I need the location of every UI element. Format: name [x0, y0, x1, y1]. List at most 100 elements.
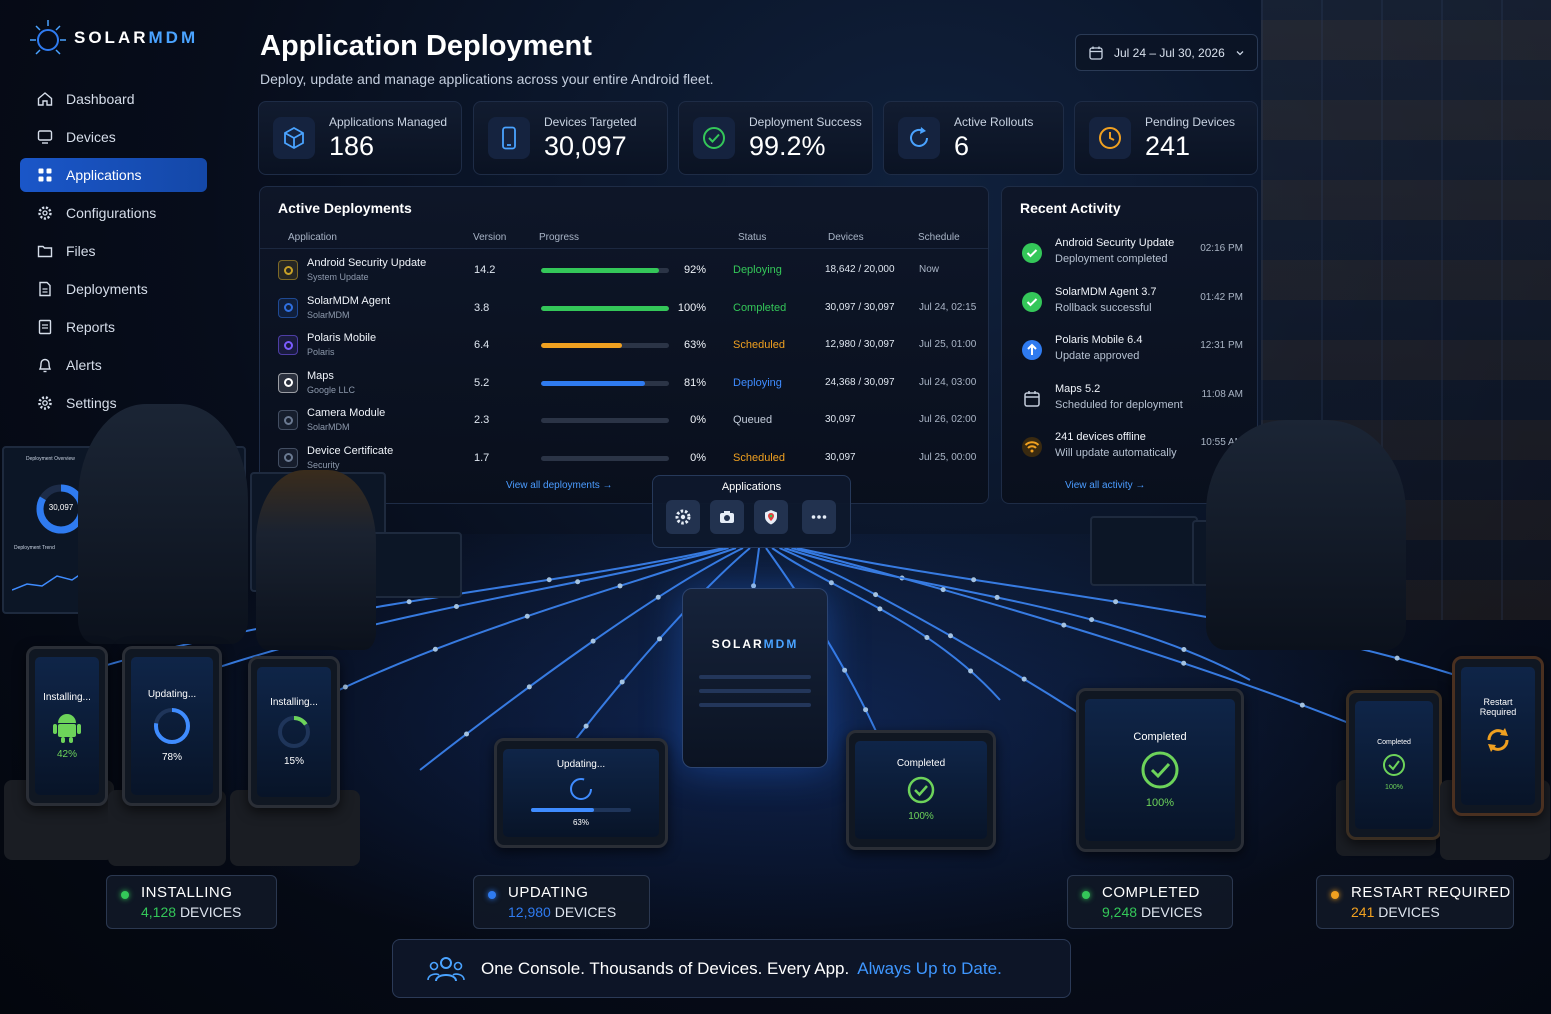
stat-card[interactable]: Pending Devices 241 — [1074, 101, 1258, 175]
activity-item[interactable]: Maps 5.2 Scheduled for deployment 11:08 … — [1002, 381, 1257, 429]
panel-title: Active Deployments — [278, 200, 412, 216]
activity-item[interactable]: Android Security Update Deployment compl… — [1002, 235, 1257, 283]
stat-card[interactable]: Applications Managed 186 — [258, 101, 462, 175]
monitor-overview-title: Deployment Overview — [26, 456, 75, 462]
stat-card[interactable]: Deployment Success 99.2% — [678, 101, 873, 175]
activity-subtitle: Deployment completed — [1055, 253, 1168, 265]
tablet-updating: Updating... 63% — [494, 738, 668, 848]
map-pin-icon — [765, 510, 777, 525]
applications-toolbar-title: Applications — [721, 481, 782, 493]
activity-item[interactable]: SolarMDM Agent 3.7 Rollback successful 0… — [1002, 284, 1257, 332]
table-row[interactable]: SolarMDM Agent SolarMDM 3.8 100% Complet… — [260, 289, 988, 326]
tagline-banner: One Console. Thousands of Devices. Every… — [392, 939, 1071, 998]
view-all-activity-link[interactable]: View all activity → — [1065, 480, 1145, 491]
stat-card[interactable]: Active Rollouts 6 — [883, 101, 1064, 175]
activity-subtitle: Rollback successful — [1055, 301, 1152, 314]
device-count: 30,097 — [825, 414, 856, 425]
sidebar-item-label: Deployments — [66, 281, 148, 297]
sidebar-item-label: Applications — [66, 167, 142, 183]
stat-label: Active Rollouts — [954, 114, 1034, 129]
device-count: 30,097 / 30,097 — [825, 301, 895, 313]
device-count: 30,097 — [825, 451, 856, 463]
handheld-completed: Completed 100% — [1346, 690, 1442, 840]
active-deployments-panel: Active Deployments Application Version P… — [259, 186, 989, 504]
status-dot — [121, 891, 129, 899]
stat-card[interactable]: Devices Targeted 30,097 — [473, 101, 668, 175]
monitor-trend-title: Deployment Trend — [14, 545, 55, 551]
device-status-label: Completed — [1133, 731, 1187, 743]
camera-icon — [720, 511, 734, 523]
activity-item[interactable]: Polaris Mobile 6.4 Update approved 12:31… — [1002, 332, 1257, 380]
settings-app-button[interactable] — [666, 500, 700, 534]
table-row[interactable]: Android Security Update System Update 14… — [260, 251, 988, 288]
device-progress-value: 42% — [56, 749, 77, 760]
progress-bar — [541, 418, 669, 423]
page-title: Application Deployment — [260, 30, 592, 62]
sun-logo-icon — [30, 20, 66, 55]
device-status-label: Restart Required — [1479, 697, 1517, 717]
sidebar-item-label: Files — [66, 243, 96, 259]
sidebar-item-applications[interactable]: Applications — [20, 158, 207, 192]
pill-count: 12,980 DEVICES — [508, 904, 617, 920]
app-publisher: SolarMDM — [307, 422, 350, 432]
schedule: Jul 26, 02:00 — [919, 414, 977, 425]
activity-title: SolarMDM Agent 3.7 — [1055, 285, 1157, 298]
sidebar-item-files[interactable]: Files — [20, 234, 207, 268]
table-row[interactable]: Camera Module SolarMDM 2.3 0% Queued 30,… — [260, 401, 988, 438]
table-header: Application Version Progress Status Devi… — [260, 229, 988, 249]
progress-bar — [541, 305, 669, 311]
wifi-icon — [1020, 435, 1044, 459]
status-dot — [488, 891, 496, 899]
table-row[interactable]: Device Certificate Security 1.7 0% Sched… — [260, 439, 988, 476]
page-subtitle: Deploy, update and manage applications a… — [260, 71, 714, 87]
upload-icon — [1020, 338, 1044, 362]
activity-time: 02:16 PM — [1200, 243, 1243, 254]
restart-icon — [1487, 728, 1509, 752]
status-dot — [1331, 891, 1339, 899]
sidebar-item-label: Settings — [66, 395, 117, 411]
app-name: Polaris Mobile — [307, 332, 377, 344]
camera-app-button[interactable] — [710, 500, 744, 534]
table-row[interactable]: Polaris Mobile Polaris 6.4 63% Scheduled… — [260, 326, 988, 363]
app-publisher: Polaris — [307, 347, 335, 357]
activity-subtitle: Update approved — [1055, 350, 1140, 362]
progress-ring-icon — [154, 708, 190, 744]
grid-icon — [36, 166, 54, 184]
maps-app-button[interactable] — [754, 500, 788, 534]
more-apps-button[interactable] — [802, 500, 836, 534]
device-count: 18,642 / 20,000 — [825, 264, 895, 275]
device-progress-value: 100% — [1145, 797, 1175, 809]
status-badge: Scheduled — [733, 339, 785, 351]
handheld-updating: Updating... 78% — [122, 646, 222, 806]
progress-bar — [541, 455, 669, 461]
sidebar-item-configurations[interactable]: Configurations — [20, 196, 207, 230]
app-version: 1.7 — [474, 451, 490, 464]
stat-label: Deployment Success — [749, 114, 862, 129]
status-pill-updating[interactable]: UPDATING 12,980 DEVICES — [473, 875, 650, 929]
progress-percent: 92% — [683, 264, 706, 276]
progress-percent: 0% — [690, 451, 706, 464]
panel-title: Recent Activity — [1020, 200, 1121, 216]
gear-icon — [36, 394, 54, 412]
sidebar-item-devices[interactable]: Devices — [20, 120, 207, 154]
progress-percent: 63% — [683, 339, 706, 351]
status-pill-installing[interactable]: INSTALLING 4,128 DEVICES — [106, 875, 277, 929]
view-all-deployments-link[interactable]: View all deployments → — [506, 480, 613, 491]
status-pill-completed[interactable]: COMPLETED 9,248 DEVICES — [1067, 875, 1233, 929]
sidebar-item-label: Dashboard — [66, 91, 135, 107]
sidebar-item-deployments[interactable]: Deployments — [20, 272, 207, 306]
handheld-restart-required: Restart Required — [1452, 656, 1544, 816]
sidebar-item-alerts[interactable]: Alerts — [20, 348, 207, 382]
progress-bar — [541, 268, 669, 273]
sidebar-item-label: Alerts — [66, 357, 102, 373]
brand-logo[interactable]: SOLARMDM — [28, 18, 198, 58]
app-icon — [278, 447, 298, 468]
activity-time: 12:31 PM — [1200, 340, 1243, 351]
sidebar: SOLARMDM Dashboard Devices Applications Con… — [0, 0, 225, 440]
table-row[interactable]: Maps Google LLC 5.2 81% Deploying 24,368… — [260, 364, 988, 401]
sidebar-item-dashboard[interactable]: Dashboard — [20, 82, 207, 116]
status-pill-restart-required[interactable]: RESTART REQUIRED 241 DEVICES — [1316, 875, 1514, 929]
sidebar-item-reports[interactable]: Reports — [20, 310, 207, 344]
date-range-picker[interactable]: Jul 24 – Jul 30, 2026 — [1075, 34, 1258, 71]
app-name: Camera Module — [307, 407, 386, 419]
